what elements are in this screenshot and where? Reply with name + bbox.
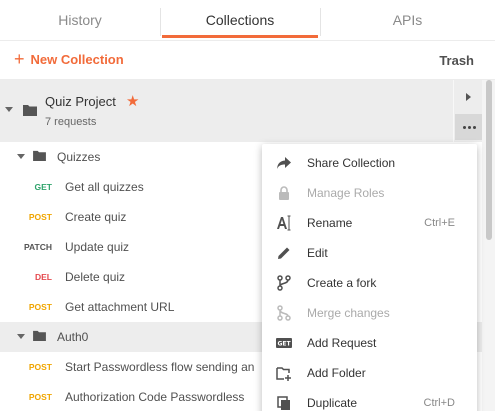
method-badge: POST [28, 212, 52, 222]
menu-item-label: Rename [307, 216, 353, 230]
more-options-button[interactable] [455, 114, 483, 140]
tab-collections[interactable]: Collections [160, 0, 320, 40]
add-folder-icon [276, 365, 292, 381]
menu-item-manage-roles[interactable]: Manage Roles [262, 178, 477, 208]
menu-item-label: Duplicate [307, 396, 358, 410]
folder-icon [33, 150, 46, 161]
star-icon[interactable]: ★ [126, 92, 139, 110]
method-badge: DEL [35, 272, 52, 282]
scrollbar-thumb[interactable] [486, 80, 492, 240]
menu-item-label: Add Request [307, 336, 377, 350]
share-icon [276, 155, 292, 171]
collapse-caret-icon[interactable] [17, 154, 25, 159]
fork-icon [276, 275, 292, 291]
request-name: Get all quizzes [65, 180, 144, 194]
request-name: Delete quiz [65, 270, 126, 284]
folder-label: Quizzes [57, 150, 101, 164]
folder-label: Auth0 [57, 330, 89, 344]
pencil-icon [276, 245, 292, 261]
menu-item-add-folder[interactable]: Add Folder [262, 358, 477, 388]
collection-context-menu: Share Collection Manage Roles Rename Ctr… [262, 144, 477, 411]
request-name: Create quiz [65, 210, 127, 224]
method-badge: GET [34, 182, 52, 192]
tab-divider [160, 8, 161, 36]
menu-item-add-request[interactable]: GET Add Request [262, 328, 477, 358]
collection-actions [453, 80, 483, 142]
menu-item-label: Add Folder [307, 366, 366, 380]
request-name: Get attachment URL [65, 300, 175, 314]
sidebar-tabs: History Collections APIs [0, 0, 495, 40]
menu-item-shortcut: Ctrl+D [423, 397, 455, 409]
collection-header[interactable]: Quiz Project ★ 7 requests [0, 80, 453, 142]
tab-divider [320, 8, 321, 36]
menu-item-label: Manage Roles [307, 186, 385, 200]
menu-item-rename[interactable]: Rename Ctrl+E [262, 208, 477, 238]
menu-item-label: Edit [307, 246, 328, 260]
menu-item-share-collection[interactable]: Share Collection [262, 148, 477, 178]
request-name: Authorization Code Passwordless [65, 390, 245, 404]
folder-icon [33, 330, 46, 341]
tab-apis[interactable]: APIs [320, 0, 495, 40]
collapse-caret-icon[interactable] [5, 107, 13, 112]
rename-icon [276, 215, 292, 231]
collections-toolbar: + New Collection Trash [0, 40, 495, 80]
collection-request-count: 7 requests [45, 116, 97, 128]
duplicate-icon [276, 395, 292, 411]
trash-button[interactable]: Trash [439, 53, 474, 68]
menu-item-duplicate[interactable]: Duplicate Ctrl+D [262, 388, 477, 411]
menu-item-merge-changes[interactable]: Merge changes [262, 298, 477, 328]
menu-item-create-fork[interactable]: Create a fork [262, 268, 477, 298]
new-collection-button[interactable]: + New Collection [14, 49, 124, 69]
menu-item-label: Share Collection [307, 156, 396, 170]
method-badge: PATCH [23, 242, 52, 252]
merge-icon [276, 305, 292, 321]
method-badge: POST [28, 362, 52, 372]
tab-history[interactable]: History [0, 0, 160, 40]
method-badge: POST [28, 392, 52, 402]
lock-icon [276, 185, 292, 201]
menu-item-label: Merge changes [307, 306, 390, 320]
svg-text:GET: GET [277, 341, 291, 348]
request-icon: GET [276, 335, 292, 351]
scrollbar[interactable] [482, 80, 495, 411]
menu-item-label: Create a fork [307, 276, 377, 290]
new-collection-label: New Collection [30, 51, 124, 67]
expand-arrow-icon[interactable] [466, 93, 471, 101]
menu-item-edit[interactable]: Edit [262, 238, 477, 268]
plus-icon: + [14, 49, 25, 69]
menu-item-shortcut: Ctrl+E [424, 217, 455, 229]
collapse-caret-icon[interactable] [17, 334, 25, 339]
method-badge: POST [28, 302, 52, 312]
collection-name: Quiz Project [45, 94, 116, 109]
request-name: Start Passwordless flow sending an [65, 360, 255, 374]
request-name: Update quiz [65, 240, 130, 254]
folder-icon [23, 105, 37, 116]
